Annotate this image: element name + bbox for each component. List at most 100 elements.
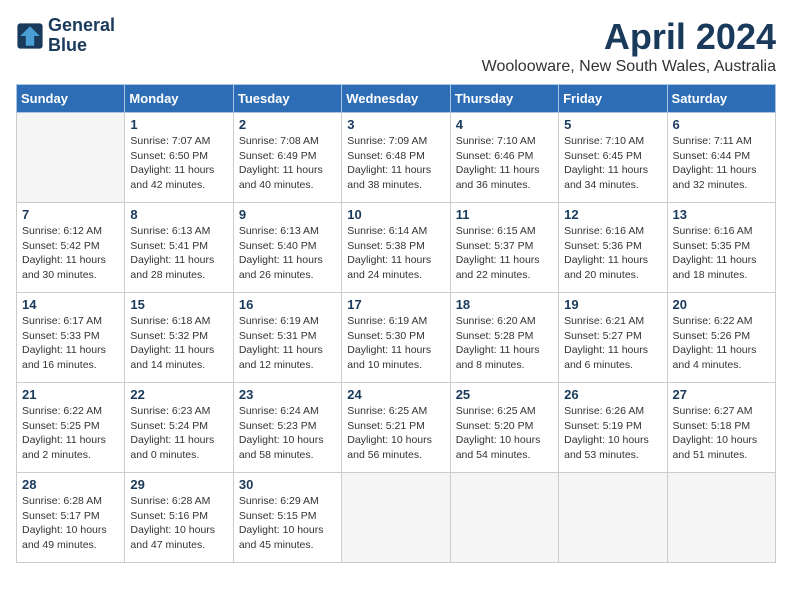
calendar-day-cell: 6 Sunrise: 7:11 AM Sunset: 6:44 PM Daylig… bbox=[667, 113, 775, 203]
day-info: Sunrise: 7:08 AM Sunset: 6:49 PM Dayligh… bbox=[239, 134, 336, 193]
day-number: 12 bbox=[564, 207, 661, 222]
day-number: 1 bbox=[130, 117, 227, 132]
calendar-day-cell: 20 Sunrise: 6:22 AM Sunset: 5:26 PM Dayli… bbox=[667, 293, 775, 383]
day-number: 15 bbox=[130, 297, 227, 312]
day-info: Sunrise: 7:09 AM Sunset: 6:48 PM Dayligh… bbox=[347, 134, 444, 193]
day-info: Sunrise: 6:22 AM Sunset: 5:26 PM Dayligh… bbox=[673, 314, 770, 373]
day-number: 11 bbox=[456, 207, 553, 222]
calendar-week-row: 7 Sunrise: 6:12 AM Sunset: 5:42 PM Daylig… bbox=[17, 203, 776, 293]
day-number: 22 bbox=[130, 387, 227, 402]
day-info: Sunrise: 6:25 AM Sunset: 5:20 PM Dayligh… bbox=[456, 404, 553, 463]
calendar-day-cell: 11Sunrise: 6:15 AM Sunset: 5:37 PM Dayli… bbox=[450, 203, 558, 293]
day-info: Sunrise: 7:10 AM Sunset: 6:46 PM Dayligh… bbox=[456, 134, 553, 193]
day-info: Sunrise: 6:16 AM Sunset: 5:36 PM Dayligh… bbox=[564, 224, 661, 283]
calendar-day-cell: 5 Sunrise: 7:10 AM Sunset: 6:45 PM Daylig… bbox=[559, 113, 667, 203]
calendar-week-row: 14Sunrise: 6:17 AM Sunset: 5:33 PM Dayli… bbox=[17, 293, 776, 383]
day-number: 24 bbox=[347, 387, 444, 402]
day-number: 14 bbox=[22, 297, 119, 312]
calendar-day-cell: 15 Sunrise: 6:18 AM Sunset: 5:32 PM Dayli… bbox=[125, 293, 233, 383]
day-number: 13 bbox=[673, 207, 770, 222]
day-header: Friday bbox=[559, 85, 667, 113]
day-info: Sunrise: 6:28 AM Sunset: 5:17 PM Dayligh… bbox=[22, 494, 119, 553]
month-title: April 2024 bbox=[482, 16, 776, 58]
day-info: Sunrise: 6:13 AM Sunset: 5:41 PM Dayligh… bbox=[130, 224, 227, 283]
day-info: Sunrise: 6:28 AM Sunset: 5:16 PM Dayligh… bbox=[130, 494, 227, 553]
day-number: 20 bbox=[673, 297, 770, 312]
day-number: 29 bbox=[130, 477, 227, 492]
day-info: Sunrise: 6:23 AM Sunset: 5:24 PM Dayligh… bbox=[130, 404, 227, 463]
calendar-week-row: 21 Sunrise: 6:22 AM Sunset: 5:25 PM Dayli… bbox=[17, 383, 776, 473]
calendar-day-cell bbox=[342, 473, 450, 563]
logo-text: General Blue bbox=[48, 16, 115, 56]
day-info: Sunrise: 7:10 AM Sunset: 6:45 PM Dayligh… bbox=[564, 134, 661, 193]
day-info: Sunrise: 7:11 AM Sunset: 6:44 PM Dayligh… bbox=[673, 134, 770, 193]
day-number: 30 bbox=[239, 477, 336, 492]
day-info: Sunrise: 6:16 AM Sunset: 5:35 PM Dayligh… bbox=[673, 224, 770, 283]
calendar-day-cell: 29 Sunrise: 6:28 AM Sunset: 5:16 PM Dayli… bbox=[125, 473, 233, 563]
day-info: Sunrise: 6:19 AM Sunset: 5:30 PM Dayligh… bbox=[347, 314, 444, 373]
day-info: Sunrise: 6:21 AM Sunset: 5:27 PM Dayligh… bbox=[564, 314, 661, 373]
day-info: Sunrise: 6:26 AM Sunset: 5:19 PM Dayligh… bbox=[564, 404, 661, 463]
calendar-day-cell: 22 Sunrise: 6:23 AM Sunset: 5:24 PM Dayli… bbox=[125, 383, 233, 473]
logo: General Blue bbox=[16, 16, 115, 56]
day-number: 28 bbox=[22, 477, 119, 492]
calendar-day-cell: 25 Sunrise: 6:25 AM Sunset: 5:20 PM Dayli… bbox=[450, 383, 558, 473]
calendar-day-cell bbox=[450, 473, 558, 563]
calendar-week-row: 1 Sunrise: 7:07 AM Sunset: 6:50 PM Daylig… bbox=[17, 113, 776, 203]
day-number: 5 bbox=[564, 117, 661, 132]
calendar-day-cell: 1 Sunrise: 7:07 AM Sunset: 6:50 PM Daylig… bbox=[125, 113, 233, 203]
calendar-day-cell: 8Sunrise: 6:13 AM Sunset: 5:41 PM Daylig… bbox=[125, 203, 233, 293]
day-info: Sunrise: 6:12 AM Sunset: 5:42 PM Dayligh… bbox=[22, 224, 119, 283]
day-info: Sunrise: 6:13 AM Sunset: 5:40 PM Dayligh… bbox=[239, 224, 336, 283]
calendar-day-cell: 28 Sunrise: 6:28 AM Sunset: 5:17 PM Dayli… bbox=[17, 473, 125, 563]
calendar-day-cell bbox=[559, 473, 667, 563]
day-number: 17 bbox=[347, 297, 444, 312]
day-number: 25 bbox=[456, 387, 553, 402]
day-number: 27 bbox=[673, 387, 770, 402]
calendar-day-cell: 13 Sunrise: 6:16 AM Sunset: 5:35 PM Dayli… bbox=[667, 203, 775, 293]
day-info: Sunrise: 6:22 AM Sunset: 5:25 PM Dayligh… bbox=[22, 404, 119, 463]
day-number: 19 bbox=[564, 297, 661, 312]
calendar-day-cell: 7 Sunrise: 6:12 AM Sunset: 5:42 PM Daylig… bbox=[17, 203, 125, 293]
day-number: 10 bbox=[347, 207, 444, 222]
calendar-day-cell: 19 Sunrise: 6:21 AM Sunset: 5:27 PM Dayli… bbox=[559, 293, 667, 383]
day-info: Sunrise: 6:20 AM Sunset: 5:28 PM Dayligh… bbox=[456, 314, 553, 373]
day-header: Thursday bbox=[450, 85, 558, 113]
day-number: 21 bbox=[22, 387, 119, 402]
logo-icon bbox=[16, 22, 44, 50]
calendar-day-cell: 18 Sunrise: 6:20 AM Sunset: 5:28 PM Dayli… bbox=[450, 293, 558, 383]
calendar-day-cell: 3 Sunrise: 7:09 AM Sunset: 6:48 PM Daylig… bbox=[342, 113, 450, 203]
calendar-day-cell: 24 Sunrise: 6:25 AM Sunset: 5:21 PM Dayli… bbox=[342, 383, 450, 473]
calendar-day-cell: 14Sunrise: 6:17 AM Sunset: 5:33 PM Dayli… bbox=[17, 293, 125, 383]
calendar-day-cell: 26 Sunrise: 6:26 AM Sunset: 5:19 PM Dayli… bbox=[559, 383, 667, 473]
calendar-day-cell: 10Sunrise: 6:14 AM Sunset: 5:38 PM Dayli… bbox=[342, 203, 450, 293]
day-info: Sunrise: 6:18 AM Sunset: 5:32 PM Dayligh… bbox=[130, 314, 227, 373]
day-number: 6 bbox=[673, 117, 770, 132]
day-number: 2 bbox=[239, 117, 336, 132]
day-header: Monday bbox=[125, 85, 233, 113]
day-info: Sunrise: 6:25 AM Sunset: 5:21 PM Dayligh… bbox=[347, 404, 444, 463]
title-block: April 2024 Woolooware, New South Wales, … bbox=[482, 16, 776, 76]
day-number: 23 bbox=[239, 387, 336, 402]
day-number: 3 bbox=[347, 117, 444, 132]
day-info: Sunrise: 7:07 AM Sunset: 6:50 PM Dayligh… bbox=[130, 134, 227, 193]
calendar-day-cell: 12 Sunrise: 6:16 AM Sunset: 5:36 PM Dayli… bbox=[559, 203, 667, 293]
day-header: Saturday bbox=[667, 85, 775, 113]
day-info: Sunrise: 6:27 AM Sunset: 5:18 PM Dayligh… bbox=[673, 404, 770, 463]
day-info: Sunrise: 6:24 AM Sunset: 5:23 PM Dayligh… bbox=[239, 404, 336, 463]
calendar-table: SundayMondayTuesdayWednesdayThursdayFrid… bbox=[16, 84, 776, 563]
calendar-day-cell: 9Sunrise: 6:13 AM Sunset: 5:40 PM Daylig… bbox=[233, 203, 341, 293]
day-header: Sunday bbox=[17, 85, 125, 113]
page-header: General Blue April 2024 Woolooware, New … bbox=[16, 16, 776, 76]
day-info: Sunrise: 6:19 AM Sunset: 5:31 PM Dayligh… bbox=[239, 314, 336, 373]
day-header: Wednesday bbox=[342, 85, 450, 113]
calendar-day-cell: 2 Sunrise: 7:08 AM Sunset: 6:49 PM Daylig… bbox=[233, 113, 341, 203]
location-subtitle: Woolooware, New South Wales, Australia bbox=[482, 58, 776, 76]
day-header: Tuesday bbox=[233, 85, 341, 113]
day-number: 18 bbox=[456, 297, 553, 312]
day-number: 7 bbox=[22, 207, 119, 222]
calendar-day-cell bbox=[17, 113, 125, 203]
calendar-day-cell: 21 Sunrise: 6:22 AM Sunset: 5:25 PM Dayli… bbox=[17, 383, 125, 473]
calendar-day-cell: 30Sunrise: 6:29 AM Sunset: 5:15 PM Dayli… bbox=[233, 473, 341, 563]
day-number: 26 bbox=[564, 387, 661, 402]
